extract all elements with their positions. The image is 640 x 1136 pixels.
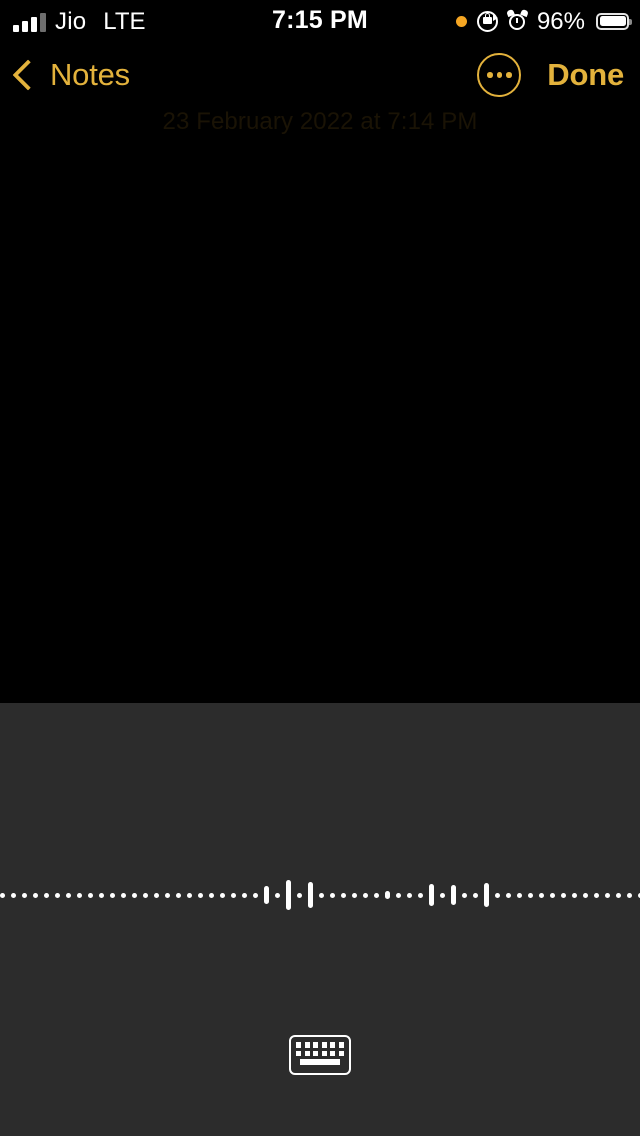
waveform-bar [198, 892, 203, 898]
waveform-bar [275, 892, 280, 898]
waveform-bar [330, 892, 335, 898]
rotation-lock-icon [476, 10, 498, 32]
waveform-bar [528, 892, 533, 898]
waveform-bar [418, 892, 423, 898]
waveform-bar [0, 892, 5, 898]
waveform-bar [22, 892, 27, 898]
waveform-bar [99, 892, 104, 898]
waveform-bar [451, 885, 456, 905]
waveform-bar [605, 892, 610, 898]
waveform-bar [627, 892, 632, 898]
keyboard-key-row [296, 1050, 344, 1057]
keyboard-toggle-container [0, 1035, 640, 1075]
waveform-bar [55, 892, 60, 898]
waveform-bar [363, 892, 368, 898]
waveform-bar [473, 892, 478, 898]
waveform-bar [429, 884, 434, 906]
waveform-bar [396, 892, 401, 898]
waveform-bar [583, 892, 588, 898]
note-body[interactable]: 23 February 2022 at 7:14 PM [0, 108, 640, 703]
status-bar: Jio LTE 7:15 PM 96% [0, 0, 640, 42]
audio-recording-panel [0, 703, 640, 1136]
orange-recording-dot-icon [455, 15, 467, 27]
done-button[interactable]: Done [547, 57, 624, 93]
waveform-bar [143, 892, 148, 898]
waveform-bar [297, 892, 302, 898]
waveform-bar [11, 892, 16, 898]
waveform-bar [385, 891, 390, 899]
waveform-bar [44, 892, 49, 898]
waveform-bar [121, 892, 126, 898]
battery-icon [596, 12, 632, 30]
status-bar-right: 96% [455, 0, 632, 42]
waveform-bar [539, 892, 544, 898]
navigation-bar: Notes Done [0, 42, 640, 108]
waveform-bar [231, 892, 236, 898]
keyboard-key-row [296, 1042, 344, 1048]
waveform-bar [594, 892, 599, 898]
waveform-bar [33, 892, 38, 898]
waveform-bar [253, 892, 258, 898]
navigation-bar-right: Done [477, 42, 624, 108]
waveform-bar [209, 892, 214, 898]
waveform-bar [341, 892, 346, 898]
waveform-bar [517, 892, 522, 898]
back-button-label: Notes [50, 57, 130, 92]
clock-label: 7:15 PM [272, 6, 368, 34]
waveform-bar [440, 892, 445, 898]
waveform-bar [462, 892, 467, 898]
waveform-bar [352, 892, 357, 898]
waveform-bar [374, 892, 379, 898]
keyboard-spacebar [300, 1059, 340, 1065]
alarm-clock-icon [506, 8, 529, 32]
waveform-bar [187, 892, 192, 898]
chevron-left-icon [12, 59, 44, 91]
waveform-bar [616, 892, 621, 898]
waveform-bar [319, 892, 324, 898]
audio-waveform[interactable] [0, 863, 640, 927]
phone-screen: Jio LTE 7:15 PM 96% Notes Done 23 Februa… [0, 0, 640, 1136]
waveform-bar [132, 892, 137, 898]
waveform-bar [484, 883, 489, 907]
keyboard-icon[interactable] [289, 1035, 351, 1075]
waveform-bar [242, 892, 247, 898]
waveform-bar [286, 880, 291, 910]
waveform-bar [495, 892, 500, 898]
waveform-bar [308, 882, 313, 908]
waveform-bar [264, 886, 269, 904]
waveform-bar [550, 892, 555, 898]
waveform-bar [572, 892, 577, 898]
ellipsis-circle-icon[interactable] [477, 53, 522, 97]
waveform-bar [77, 892, 82, 898]
waveform-bar [506, 892, 511, 898]
back-to-notes-button[interactable]: Notes [12, 42, 130, 108]
waveform-bar [220, 892, 225, 898]
note-date-label: 23 February 2022 at 7:14 PM [162, 108, 478, 135]
waveform-bar [407, 892, 412, 898]
waveform-bar [66, 892, 71, 898]
waveform-bar [165, 892, 170, 898]
waveform-bar [110, 892, 115, 898]
waveform-bar [154, 892, 159, 898]
waveform-bar [176, 892, 181, 898]
battery-percent-label: 96% [536, 7, 585, 35]
waveform-bar [561, 892, 566, 898]
waveform-bar [88, 892, 93, 898]
